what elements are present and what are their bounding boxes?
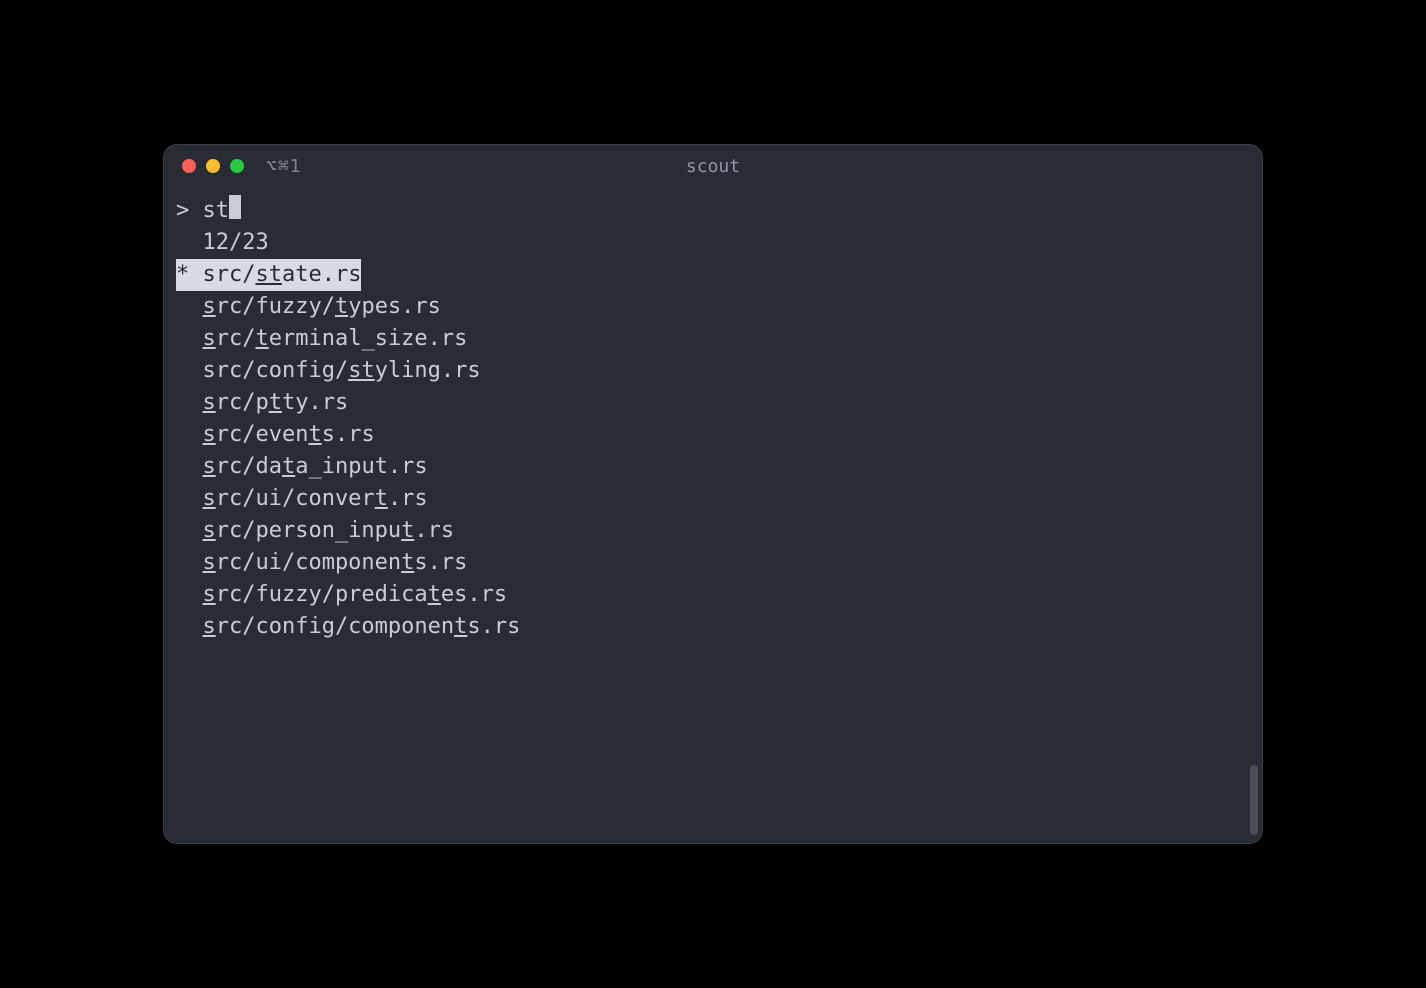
traffic-lights	[182, 159, 244, 173]
result-item[interactable]: src/data_input.rs	[164, 451, 1262, 483]
result-text: src/events.rs	[202, 419, 374, 451]
result-text: src/fuzzy/types.rs	[202, 291, 440, 323]
result-marker	[176, 547, 202, 579]
maximize-button[interactable]	[230, 159, 244, 173]
result-text: src/config/styling.rs	[202, 355, 480, 387]
window-shortcut-hint: ⌥⌘1	[266, 156, 302, 177]
terminal-window: ⌥⌘1 scout > st 12/23 * src/state.rs src/…	[163, 144, 1263, 844]
result-item[interactable]: src/ui/components.rs	[164, 547, 1262, 579]
result-item[interactable]: src/config/components.rs	[164, 611, 1262, 643]
result-item[interactable]: src/ptty.rs	[164, 387, 1262, 419]
result-text: src/config/components.rs	[202, 611, 520, 643]
prompt-row: > st	[164, 195, 1262, 227]
result-item[interactable]: src/fuzzy/predicates.rs	[164, 579, 1262, 611]
results-list: * src/state.rs src/fuzzy/types.rs src/te…	[164, 259, 1262, 643]
result-item[interactable]: src/fuzzy/types.rs	[164, 291, 1262, 323]
result-text: src/data_input.rs	[202, 451, 427, 483]
result-marker	[176, 323, 202, 355]
result-text: src/fuzzy/predicates.rs	[202, 579, 507, 611]
result-item[interactable]: src/person_input.rs	[164, 515, 1262, 547]
result-item[interactable]: src/ui/convert.rs	[164, 483, 1262, 515]
result-marker	[176, 355, 202, 387]
text-cursor	[229, 195, 241, 219]
prompt-space	[189, 195, 202, 227]
result-count: 12/23	[203, 227, 269, 259]
result-marker	[176, 291, 202, 323]
result-marker	[176, 611, 202, 643]
result-marker: *	[176, 259, 202, 291]
close-button[interactable]	[182, 159, 196, 173]
result-item[interactable]: src/events.rs	[164, 419, 1262, 451]
search-input[interactable]: st	[203, 195, 230, 227]
terminal-body[interactable]: > st 12/23 * src/state.rs src/fuzzy/type…	[164, 187, 1262, 843]
result-item[interactable]: src/terminal_size.rs	[164, 323, 1262, 355]
result-text: src/ui/components.rs	[202, 547, 467, 579]
result-text: src/person_input.rs	[202, 515, 454, 547]
result-marker	[176, 483, 202, 515]
result-item[interactable]: src/config/styling.rs	[164, 355, 1262, 387]
count-row: 12/23	[164, 227, 1262, 259]
prompt-symbol: >	[176, 195, 189, 227]
scrollbar-thumb[interactable]	[1250, 765, 1258, 835]
result-marker	[176, 419, 202, 451]
result-text: src/ui/convert.rs	[202, 483, 427, 515]
result-marker	[176, 451, 202, 483]
count-indent	[176, 227, 203, 259]
result-item[interactable]: * src/state.rs	[164, 259, 1262, 291]
result-text: src/terminal_size.rs	[202, 323, 467, 355]
result-text: src/ptty.rs	[202, 387, 348, 419]
result-text: src/state.rs	[202, 259, 361, 291]
titlebar: ⌥⌘1 scout	[164, 145, 1262, 187]
result-marker	[176, 579, 202, 611]
minimize-button[interactable]	[206, 159, 220, 173]
window-title: scout	[686, 156, 740, 177]
result-marker	[176, 387, 202, 419]
result-marker	[176, 515, 202, 547]
